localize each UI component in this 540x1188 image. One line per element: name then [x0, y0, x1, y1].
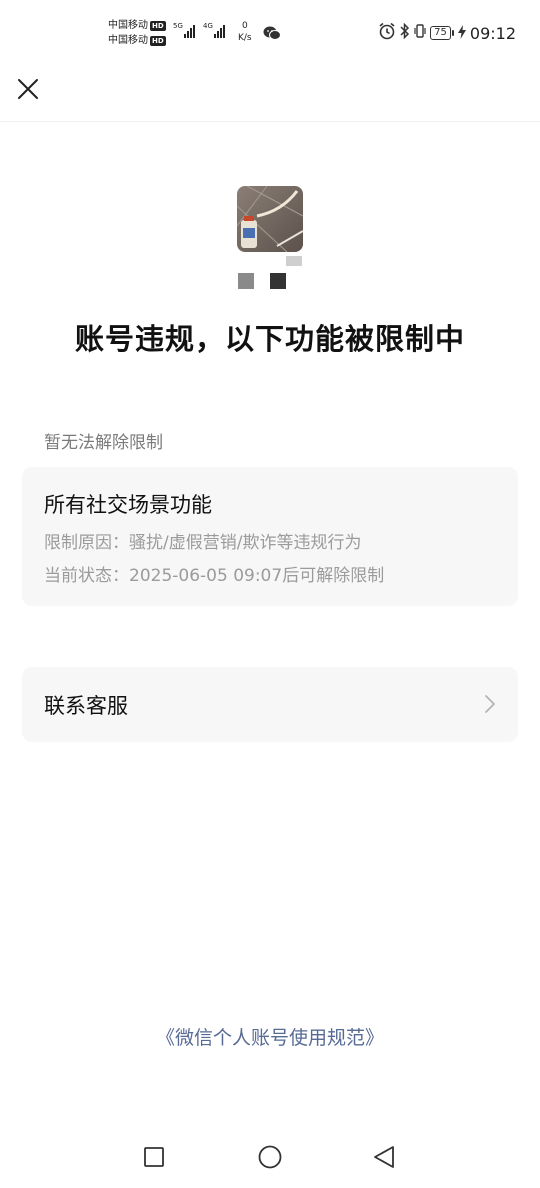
system-status: 75 09:12 — [378, 22, 516, 44]
close-button[interactable] — [14, 75, 42, 103]
chevron-right-icon — [484, 693, 496, 719]
carrier-2: 中国移动 — [108, 35, 148, 46]
vibrate-icon — [414, 23, 426, 43]
bluetooth-icon — [400, 22, 410, 43]
signal-tag: 4G — [203, 22, 213, 30]
restriction-reason: 限制原因：骚扰/虚假营销/欺诈等违规行为 — [44, 533, 362, 553]
battery-icon: 75 — [430, 26, 454, 40]
restriction-title: 所有社交场景功能 — [44, 493, 212, 517]
status-bar: 中国移动 HD 中国移动 HD 5G 4G 0 K/s 75 09:12 — [0, 0, 540, 64]
avatar — [237, 186, 303, 252]
carrier-1: 中国移动 — [108, 20, 148, 31]
page-title: 账号违规，以下功能被限制中 — [74, 322, 465, 356]
signal-tag: 5G — [173, 22, 183, 30]
signal-4g-icon: 4G — [203, 22, 225, 38]
hd-badge: HD — [150, 35, 166, 46]
contact-service-label: 联系客服 — [44, 694, 128, 718]
home-icon — [258, 1145, 282, 1169]
header-divider — [0, 121, 540, 122]
net-speed: 0 K/s — [238, 20, 252, 44]
hd-badge: HD — [150, 20, 166, 31]
policy-link[interactable]: 《微信个人账号使用规范》 — [0, 1023, 540, 1050]
masked-nickname — [214, 256, 326, 292]
carrier-info: 中国移动 HD 中国移动 HD — [108, 18, 166, 48]
restriction-card: 所有社交场景功能 限制原因：骚扰/虚假营销/欺诈等违规行为 当前状态：2025-… — [22, 467, 518, 606]
back-button[interactable] — [369, 1142, 399, 1172]
battery-level: 75 — [430, 26, 451, 40]
navigation-bar — [0, 1128, 540, 1188]
restriction-status: 当前状态：2025-06-05 09:07后可解除限制 — [44, 566, 385, 586]
back-icon — [374, 1146, 394, 1168]
alarm-icon — [378, 22, 396, 44]
recent-apps-icon — [144, 1147, 164, 1167]
wechat-notification-icon — [263, 25, 281, 45]
home-button[interactable] — [255, 1142, 285, 1172]
charging-icon — [457, 24, 466, 43]
clock: 09:12 — [469, 23, 516, 43]
net-speed-unit: K/s — [238, 33, 252, 43]
recent-apps-button[interactable] — [139, 1142, 169, 1172]
net-speed-value: 0 — [241, 21, 248, 31]
close-icon — [18, 79, 38, 99]
signal-5g-icon: 5G — [173, 22, 195, 38]
section-label: 暂无法解除限制 — [44, 433, 163, 453]
contact-service-button[interactable]: 联系客服 — [22, 667, 518, 742]
